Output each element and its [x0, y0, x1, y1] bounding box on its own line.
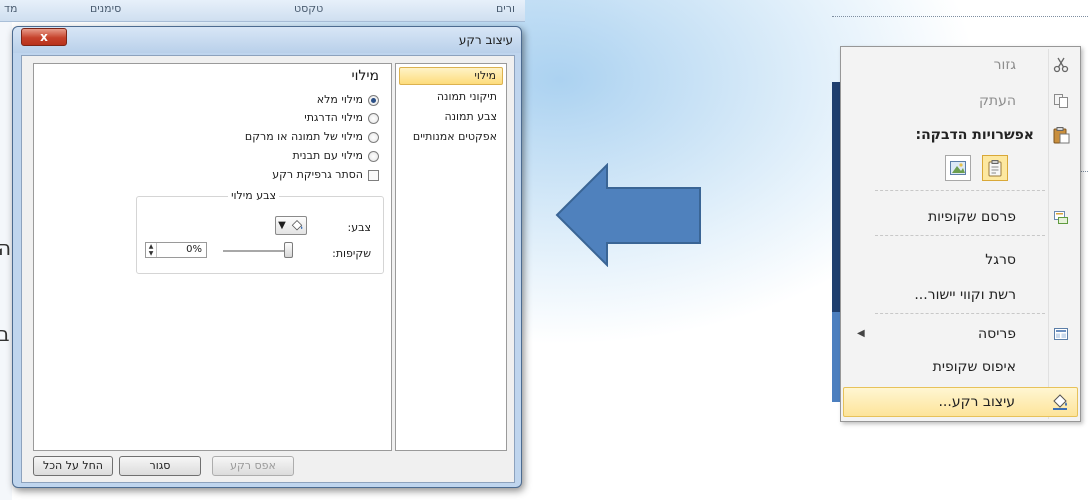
- category-picture-color[interactable]: צבע תמונה: [399, 109, 503, 127]
- background-slide-shape: [832, 312, 840, 402]
- radio-indicator: [368, 94, 379, 106]
- transparency-label: שקיפות:: [332, 247, 371, 260]
- background-guide-line: [832, 16, 1088, 17]
- transparency-spinner[interactable]: 0% ▲ ▼: [145, 242, 207, 258]
- chevron-down-icon: ▼: [278, 220, 286, 231]
- clipboard-icon: [1052, 126, 1070, 144]
- color-label: צבע:: [347, 221, 371, 234]
- publish-icon: [1052, 208, 1070, 226]
- radio-gradient-fill[interactable]: מילוי הדרגתי: [304, 111, 379, 125]
- close-icon: x: [40, 30, 48, 44]
- paste-keep-formatting-button[interactable]: [982, 155, 1008, 181]
- layout-icon: [1052, 325, 1070, 343]
- category-label: תיקוני תמונה: [436, 90, 497, 103]
- menu-item-label: עיצוב רקע...: [938, 394, 1015, 410]
- category-fill[interactable]: מילוי: [399, 67, 503, 85]
- background-column-header: ורים: [496, 2, 515, 15]
- format-background-dialog: עיצוב רקע x מילוי תיקוני תמונה צבע תמונה…: [12, 26, 522, 488]
- paint-bucket-icon: [291, 219, 303, 230]
- radio-solid-fill[interactable]: מילוי מלא: [317, 93, 379, 107]
- option-label: מילוי של תמונה או מרקם: [244, 130, 363, 143]
- background-column-headers: מד סימנים טקסט ורים: [0, 0, 525, 22]
- category-artistic-effects[interactable]: אפקטים אמנותיים: [399, 129, 503, 147]
- dialog-title: עיצוב רקע: [458, 33, 513, 47]
- submenu-arrow-icon: ◀: [857, 328, 865, 339]
- background-slide-text: ה: [0, 236, 12, 260]
- paste-picture-button[interactable]: [945, 155, 971, 181]
- menu-icon-gutter: [1048, 49, 1049, 419]
- menu-separator: [875, 313, 1045, 314]
- option-label: הסתר גרפיקת רקע: [272, 168, 363, 181]
- option-label: מילוי עם תבנית: [292, 149, 363, 162]
- menu-item-label: גזור: [993, 57, 1016, 73]
- button-label: אפס רקע: [230, 459, 276, 472]
- radio-picture-or-texture-fill[interactable]: מילוי של תמונה או מרקם: [245, 130, 379, 144]
- category-list: מילוי תיקוני תמונה צבע תמונה אפקטים אמנו…: [395, 63, 507, 451]
- checkbox-indicator: [368, 169, 379, 181]
- option-label: מילוי מלא: [316, 93, 363, 106]
- transparency-slider-thumb[interactable]: [284, 242, 293, 258]
- color-picker-button[interactable]: ▼: [275, 216, 307, 235]
- close-dialog-button[interactable]: סגור: [119, 456, 201, 476]
- category-label: אפקטים אמנותיים: [412, 130, 497, 143]
- background-slide-edge: ה ב: [0, 22, 12, 500]
- radio-indicator: [368, 150, 379, 162]
- background-column-header: טקסט: [294, 2, 324, 15]
- category-picture-corrections[interactable]: תיקוני תמונה: [399, 89, 503, 107]
- fill-settings-panel: מילוי מילוי מלא מילוי הדרגתי מילוי של תמ…: [33, 63, 392, 451]
- menu-item-label: איפוס שקופית: [932, 359, 1016, 375]
- menu-item-label: פרסם שקופיות: [927, 209, 1016, 225]
- menu-item-format-background[interactable]: עיצוב רקע...: [843, 387, 1078, 417]
- menu-item-label: סרגל: [985, 252, 1016, 268]
- transparency-slider-track[interactable]: [223, 250, 291, 252]
- close-button[interactable]: x: [21, 28, 67, 46]
- picture-icon: [950, 161, 966, 175]
- scissors-icon: [1052, 56, 1070, 74]
- paint-bucket-icon: [1051, 393, 1069, 411]
- radio-indicator: [368, 112, 379, 124]
- group-title: צבע מילוי: [228, 189, 279, 202]
- menu-separator: [875, 235, 1045, 236]
- menu-item-label: העתק: [978, 93, 1016, 109]
- button-label: החל על הכל: [42, 459, 103, 472]
- menu-item-label: פריסה: [977, 326, 1016, 342]
- reset-background-button[interactable]: אפס רקע: [212, 456, 294, 476]
- category-label: מילוי: [474, 69, 496, 82]
- radio-pattern-fill[interactable]: מילוי עם תבנית: [292, 149, 379, 163]
- context-menu: גזור העתק אפשרויות הדבקה: פרסם שקופיות ס…: [840, 46, 1081, 422]
- button-label: סגור: [149, 459, 171, 472]
- paste-icon: [988, 160, 1002, 177]
- background-column-header: סימנים: [90, 2, 122, 15]
- fill-color-group: צבע מילוי צבע: ▼ שקיפות: 0% ▲ ▼: [136, 189, 384, 274]
- spinner-arrows-icon[interactable]: ▲ ▼: [146, 243, 157, 257]
- menu-separator: [875, 190, 1045, 191]
- transparency-value: 0%: [186, 244, 202, 255]
- option-label: מילוי הדרגתי: [304, 111, 363, 124]
- radio-indicator: [368, 131, 379, 143]
- section-heading: מילוי: [351, 68, 379, 84]
- dialog-titlebar[interactable]: עיצוב רקע x: [13, 27, 521, 53]
- copy-icon: [1052, 92, 1070, 110]
- background-slide-text: ב: [0, 322, 10, 346]
- dialog-body: מילוי תיקוני תמונה צבע תמונה אפקטים אמנו…: [21, 55, 515, 483]
- hide-background-graphics-checkbox[interactable]: הסתר גרפיקת רקע: [272, 168, 379, 182]
- menu-item-label: אפשרויות הדבקה:: [915, 127, 1034, 143]
- apply-to-all-button[interactable]: החל על הכל: [33, 456, 113, 476]
- category-label: צבע תמונה: [444, 110, 497, 123]
- background-column-header: מד: [4, 2, 18, 15]
- left-arrow-icon: [555, 163, 701, 267]
- menu-item-label: רשת וקווי יישור...: [914, 287, 1016, 303]
